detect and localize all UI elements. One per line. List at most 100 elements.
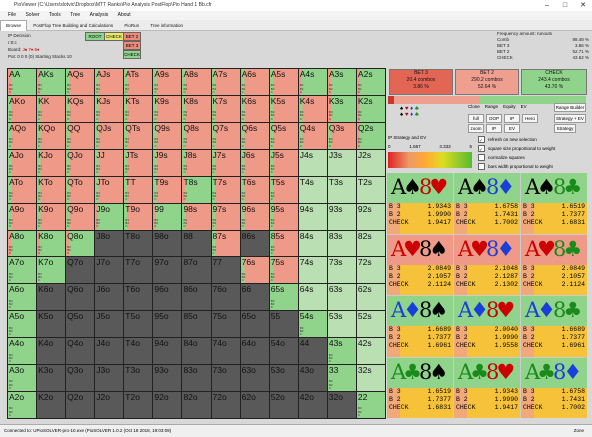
- tab-piorun[interactable]: PioRun: [119, 21, 144, 31]
- hand-cell[interactable]: 65o: [240, 311, 269, 338]
- hand-cell[interactable]: AKo B3 B2 C: [8, 95, 37, 122]
- hand-cell[interactable]: Q7s B3 B2 C: [211, 122, 240, 149]
- hand-cell[interactable]: Q6s B3 B2 C: [240, 122, 269, 149]
- hand-cell[interactable]: A2s B3 B2 C: [356, 69, 385, 95]
- hand-cell[interactable]: KJs B3 B2 C: [95, 95, 124, 122]
- hand-cell[interactable]: ATs B3 B2 C: [124, 69, 153, 95]
- hand-cell[interactable]: K4o: [37, 338, 66, 365]
- hand-cell[interactable]: T7s B3 B2 C: [211, 176, 240, 203]
- hand-cell[interactable]: Q6o: [66, 284, 95, 311]
- hand-cell[interactable]: 93o: [153, 365, 182, 392]
- hand-cell[interactable]: 93s: [327, 203, 356, 230]
- hand-cell[interactable]: QJo B3 B2 C: [66, 149, 95, 176]
- hand-cell[interactable]: TT B3 B2 C: [124, 176, 153, 203]
- hand-cell[interactable]: J4s: [298, 149, 327, 176]
- hand-cell[interactable]: K2s B3 B2 C: [356, 95, 385, 122]
- hand-cell[interactable]: 65s B3 B2 C: [269, 284, 298, 311]
- hand-cell[interactable]: Q7o: [66, 257, 95, 284]
- hand-cell[interactable]: J6o: [95, 284, 124, 311]
- hand-cell[interactable]: J4o: [95, 338, 124, 365]
- hand-cell[interactable]: J5o: [95, 311, 124, 338]
- hand-cell[interactable]: Q9s B3 B2 C: [153, 122, 182, 149]
- hand-cell[interactable]: 62o: [240, 392, 269, 418]
- hand-cell[interactable]: 73o: [211, 365, 240, 392]
- hand-cell[interactable]: T2o: [124, 392, 153, 418]
- combo-card[interactable]: A♣8♦ B 3 1.6758 B 2 1.7431 CHECK 1.7002: [521, 357, 587, 418]
- hand-cell[interactable]: Q3o: [66, 365, 95, 392]
- hand-cell[interactable]: 97s B3 B2 C: [211, 203, 240, 230]
- maximize-icon[interactable]: □: [556, 0, 574, 11]
- hand-cell[interactable]: A5s B3 B2 C: [269, 69, 298, 95]
- hand-cell[interactable]: KTo B3 B2 C: [37, 176, 66, 203]
- hand-cell[interactable]: A4s B3 B2 C: [298, 69, 327, 95]
- hand-cell[interactable]: 64s: [298, 284, 327, 311]
- hand-cell[interactable]: A7o B3 B2 C: [8, 257, 37, 284]
- hand-cell[interactable]: K5s B3 B2 C: [269, 95, 298, 122]
- strategy-select[interactable]: Strategy: [554, 124, 576, 133]
- refresh-checkbox[interactable]: ✓ refresh on new selection: [478, 136, 537, 144]
- hero-button[interactable]: Hero: [522, 114, 538, 123]
- hand-cell[interactable]: 33 B3 B2 C: [327, 365, 356, 392]
- node-check[interactable]: CHECK: [104, 32, 124, 41]
- hand-cell[interactable]: A6o B3 B2 C: [8, 284, 37, 311]
- hand-cell[interactable]: 53s: [327, 311, 356, 338]
- hand-cell[interactable]: JTo B3 B2 C: [95, 176, 124, 203]
- hand-cell[interactable]: 87s B3 B2 C: [211, 230, 240, 257]
- hand-cell[interactable]: AQo B3 B2 C: [8, 122, 37, 149]
- hand-cell[interactable]: JTs B3 B2 C: [124, 149, 153, 176]
- hand-cell[interactable]: 63s: [327, 284, 356, 311]
- spade-icon[interactable]: ♠: [400, 112, 403, 118]
- hand-cell[interactable]: 75s B3 B2 C: [269, 257, 298, 284]
- hand-cell[interactable]: 96o: [153, 284, 182, 311]
- hand-cell[interactable]: 75o: [211, 311, 240, 338]
- menu-solver[interactable]: Solver: [25, 12, 39, 18]
- hand-cell[interactable]: 22 B3 B2 C: [356, 392, 385, 418]
- normalize-checkbox[interactable]: normalize squares: [478, 154, 525, 162]
- hand-cell[interactable]: J9o B3 B2 C: [95, 203, 124, 230]
- hand-cell[interactable]: 43o: [298, 365, 327, 392]
- hand-cell[interactable]: K2o: [37, 392, 66, 418]
- hand-cell[interactable]: 32o: [327, 392, 356, 418]
- close-icon[interactable]: ✕: [574, 0, 592, 11]
- hand-cell[interactable]: K3o: [37, 365, 66, 392]
- node-check-child[interactable]: CHECK: [123, 50, 141, 59]
- heart-icon[interactable]: ♥: [405, 112, 409, 118]
- hand-cell[interactable]: A5o B3 B2 C: [8, 311, 37, 338]
- hand-cell[interactable]: J7s B3 B2 C: [211, 149, 240, 176]
- combo-card[interactable]: A♦8♥ B 3 2.0040 B 2 1.9990 CHECK 1.9558: [454, 296, 520, 357]
- hand-cell[interactable]: K7s B3 B2 C: [211, 95, 240, 122]
- combo-card[interactable]: A♣8♠ B 3 1.6519 B 2 1.7377 CHECK 1.6831: [387, 357, 453, 418]
- hand-cell[interactable]: QTs B3 B2 C: [124, 122, 153, 149]
- hand-cell[interactable]: 84s: [298, 230, 327, 257]
- checkbox-icon[interactable]: [478, 154, 485, 162]
- hand-cell[interactable]: 42s: [356, 338, 385, 365]
- hand-cell[interactable]: 64o: [240, 338, 269, 365]
- hand-cell[interactable]: 54o: [269, 338, 298, 365]
- hand-cell[interactable]: KJo B3 B2 C: [37, 149, 66, 176]
- hand-cell[interactable]: 99 B3 B2 C: [153, 203, 182, 230]
- range-builder-button[interactable]: Range Builder: [554, 103, 586, 112]
- hand-cell[interactable]: AKs B3 B2 C: [37, 69, 66, 95]
- tab-tree-building[interactable]: PostFlop Tree Building and Calculations: [28, 21, 118, 31]
- hand-cell[interactable]: 88: [182, 230, 211, 257]
- hand-cell[interactable]: 85s B3 B2 C: [269, 230, 298, 257]
- hand-cell[interactable]: 76s B3 B2 C: [240, 257, 269, 284]
- hand-cell[interactable]: Q4s B3 B2 C: [298, 122, 327, 149]
- hand-cell[interactable]: T5s B3 B2 C: [269, 176, 298, 203]
- action-check[interactable]: CHECK 243.4 combos 43.70 %: [521, 69, 587, 95]
- zoom-button[interactable]: zoom: [468, 124, 484, 133]
- hand-cell[interactable]: ATo B3 B2 C: [8, 176, 37, 203]
- hand-cell[interactable]: 83o: [182, 365, 211, 392]
- hand-cell[interactable]: K8o B3 B2 C: [37, 230, 66, 257]
- node-root[interactable]: ROOT: [85, 32, 105, 41]
- hand-cell[interactable]: 43s B3 B2 C: [327, 338, 356, 365]
- hand-cell[interactable]: 44: [298, 338, 327, 365]
- hand-cell[interactable]: T6s B3 B2 C: [240, 176, 269, 203]
- hand-cell[interactable]: Q8o B3 B2 C: [66, 230, 95, 257]
- hand-cell[interactable]: T8s B3 B2 C: [182, 176, 211, 203]
- combo-card[interactable]: A♠8♣ B 3 1.6519 B 2 1.7377 CHECK 1.6831: [521, 173, 587, 234]
- hand-cell[interactable]: JJ B3 B2 C: [95, 149, 124, 176]
- full-button[interactable]: full: [468, 114, 484, 123]
- checkbox-checked-icon[interactable]: ✓: [478, 136, 485, 144]
- hand-cell[interactable]: J9s B3 B2 C: [153, 149, 182, 176]
